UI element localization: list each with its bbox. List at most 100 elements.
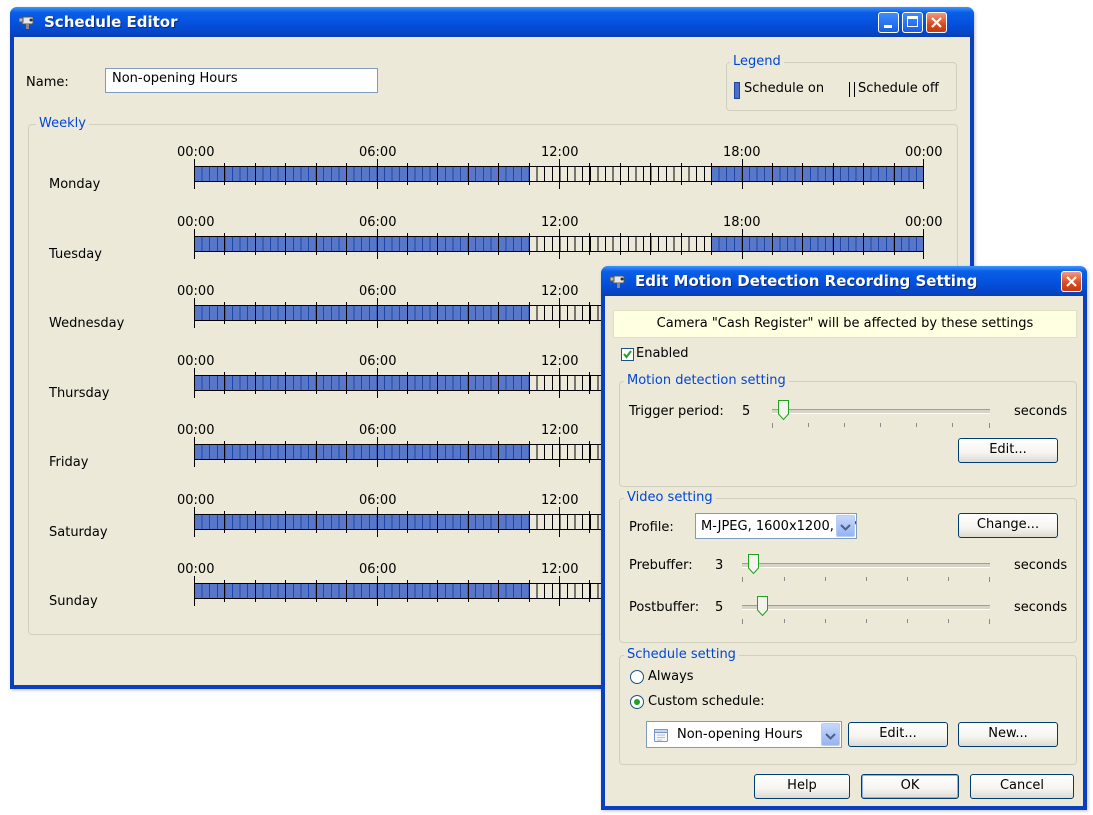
weekly-title: Weekly	[36, 116, 89, 131]
dialog-title-bar[interactable]: Edit Motion Detection Recording Setting	[601, 266, 1087, 296]
hour-tick	[680, 232, 682, 255]
postbuffer-unit-label: seconds	[1014, 600, 1068, 615]
schedule-on-segment[interactable]	[194, 236, 529, 251]
trigger-period-value: 5	[742, 404, 751, 419]
legend-title: Legend	[730, 54, 784, 69]
trigger-unit-label: seconds	[1014, 404, 1068, 419]
schedule-on-segment[interactable]	[194, 514, 529, 529]
video-group-title: Video setting	[624, 490, 716, 505]
hour-tick	[893, 232, 895, 255]
trigger-period-slider[interactable]	[768, 396, 994, 428]
motion-edit-button[interactable]: Edit...	[958, 438, 1058, 463]
hour-tick	[619, 232, 621, 255]
hour-tick	[467, 371, 469, 394]
checkmark-icon	[623, 350, 632, 359]
profile-dropdown-button[interactable]	[836, 515, 855, 537]
slider-thumb[interactable]	[778, 400, 789, 420]
hour-tick	[376, 367, 378, 398]
prebuffer-slider[interactable]	[738, 550, 994, 582]
hour-tick	[893, 163, 895, 185]
hour-tick	[528, 441, 530, 463]
slider-thumb[interactable]	[748, 554, 759, 574]
schedule-dropdown-button[interactable]	[821, 723, 840, 746]
chevron-down-icon	[840, 524, 851, 531]
hour-tick	[528, 510, 530, 533]
hour-tick	[589, 163, 591, 185]
hour-tick	[498, 232, 500, 255]
schedule-on-label: Schedule on	[744, 81, 825, 96]
time-label: 12:00	[541, 353, 579, 369]
cancel-button[interactable]: Cancel	[970, 774, 1074, 799]
time-label: 12:00	[541, 423, 579, 438]
hour-tick	[498, 163, 500, 185]
minimize-button[interactable]	[878, 12, 899, 33]
schedule-new-button[interactable]: New...	[958, 722, 1058, 747]
hour-tick	[285, 302, 287, 324]
time-label: 00:00	[177, 353, 215, 369]
schedule-dropdown-value: Non-opening Hours	[677, 727, 803, 742]
day-label: Sunday	[49, 594, 98, 609]
hour-tick	[194, 228, 195, 259]
day-label: Saturday	[49, 524, 108, 540]
hour-tick	[802, 232, 804, 255]
time-label: 00:00	[905, 214, 943, 230]
slider-tick	[880, 423, 881, 427]
hour-tick	[285, 510, 287, 533]
profile-label: Profile:	[629, 520, 674, 535]
hour-tick	[863, 163, 865, 185]
video-setting-group: Video setting Profile: M-JPEG, 1600x1200…	[619, 490, 1077, 643]
schedule-bar[interactable]	[194, 228, 924, 259]
schedule-on-segment[interactable]	[194, 375, 529, 390]
time-label: 00:00	[177, 145, 215, 160]
schedule-edit-button[interactable]: Edit...	[848, 722, 948, 747]
always-label: Always	[648, 669, 694, 684]
slider-tick	[844, 423, 845, 427]
time-label: 12:00	[541, 562, 579, 577]
motion-settings-dialog: Edit Motion Detection Recording Setting …	[601, 266, 1087, 810]
hour-tick	[528, 580, 530, 602]
hour-tick	[589, 302, 591, 324]
hour-tick	[650, 232, 652, 255]
hour-tick	[315, 163, 317, 185]
dialog-close-button[interactable]	[1061, 271, 1082, 292]
custom-schedule-radio[interactable]	[630, 695, 644, 709]
ok-button[interactable]: OK	[861, 774, 959, 799]
hour-tick	[254, 510, 256, 533]
info-banner: Camera "Cash Register" will be affected …	[613, 310, 1077, 338]
time-label: 12:00	[541, 492, 579, 508]
hour-tick	[315, 371, 317, 394]
schedule-on-segment[interactable]	[711, 236, 924, 251]
hour-tick	[467, 302, 469, 324]
close-button[interactable]	[926, 12, 947, 33]
name-input[interactable]: Non-opening Hours	[105, 68, 378, 93]
maximize-button[interactable]	[902, 12, 923, 33]
schedule-on-segment[interactable]	[711, 167, 924, 181]
schedule-on-segment[interactable]	[194, 445, 529, 459]
time-label: 12:00	[541, 284, 579, 299]
schedule-on-segment[interactable]	[194, 167, 529, 181]
hour-tick	[406, 510, 408, 533]
hour-tick	[559, 576, 560, 606]
always-radio[interactable]	[630, 670, 644, 684]
hour-tick	[194, 576, 195, 606]
slider-thumb[interactable]	[757, 596, 768, 616]
slider-tick	[989, 423, 990, 428]
help-button[interactable]: Help	[754, 774, 850, 799]
hour-tick	[923, 159, 924, 189]
schedule-on-segment[interactable]	[194, 584, 529, 598]
schedule-bar[interactable]	[194, 159, 924, 189]
title-bar[interactable]: Schedule Editor	[10, 7, 974, 37]
profile-dropdown[interactable]: M-JPEG, 1600x1200, 25%, 15 f	[695, 513, 857, 539]
schedule-dropdown[interactable]: Non-opening Hours	[646, 721, 842, 748]
slider-tick	[825, 619, 826, 623]
legend-group: Legend Schedule on Schedule off	[726, 54, 957, 111]
hour-tick	[863, 232, 865, 255]
enabled-checkbox[interactable]	[621, 348, 634, 361]
postbuffer-slider[interactable]	[738, 592, 994, 624]
profile-change-button[interactable]: Change...	[958, 513, 1058, 538]
dialog-title: Edit Motion Detection Recording Setting	[635, 272, 978, 290]
hour-tick	[376, 437, 378, 467]
hour-tick	[437, 302, 439, 324]
camera-app-icon	[610, 275, 625, 288]
schedule-on-segment[interactable]	[194, 306, 529, 320]
